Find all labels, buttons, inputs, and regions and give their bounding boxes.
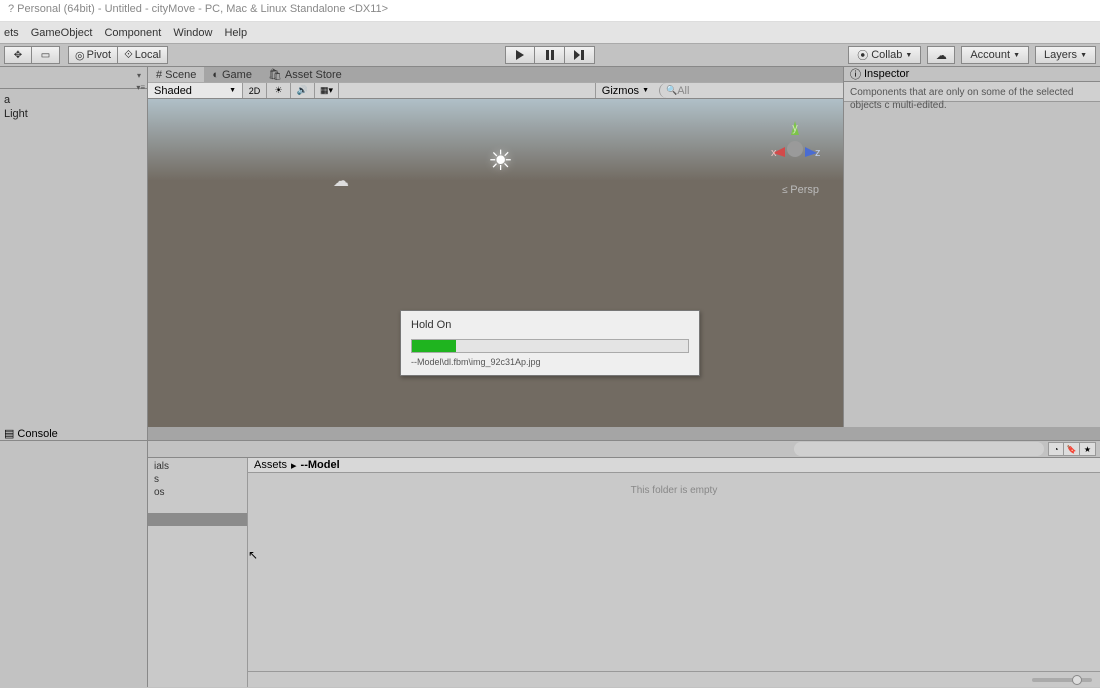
project-tree-item[interactable]: s xyxy=(148,473,247,486)
step-button[interactable] xyxy=(565,46,595,64)
hierarchy-options-icon[interactable]: ▾≡ xyxy=(136,83,145,92)
scene-search-input[interactable]: All xyxy=(659,83,839,98)
cloud-button[interactable]: ☁ xyxy=(927,46,955,64)
tab-game[interactable]: ◐ Game xyxy=(204,67,260,82)
dialog-title: Hold On xyxy=(411,319,689,331)
pivot-icon: ◎ xyxy=(75,49,85,62)
lighting-toggle[interactable]: ☀ xyxy=(267,83,291,98)
fx-toggle[interactable]: ▦▾ xyxy=(315,83,339,98)
hierarchy-panel: ▾ ▾≡ a Light xyxy=(0,67,148,427)
hierarchy-header: ▾ ▾≡ xyxy=(0,67,147,89)
window-title-bar: ? Personal (64bit) - Untitled - cityMove… xyxy=(0,0,1100,22)
cloud-icon: ☁ xyxy=(936,49,947,62)
menu-item-help[interactable]: Help xyxy=(224,27,247,39)
progress-bar xyxy=(411,339,689,353)
pivot-button[interactable]: ◎ Pivot xyxy=(68,46,118,64)
filter-star-button[interactable]: ★ xyxy=(1080,442,1096,456)
tab-asset-store[interactable]: 🛍 Asset Store xyxy=(260,67,350,82)
chevron-down-icon: ▼ xyxy=(1013,52,1020,59)
camera-icon: ☁ xyxy=(333,171,349,191)
transform-tools: ✥ ▭ xyxy=(4,46,60,64)
inspector-panel: ⓘ Inspector Components that are only on … xyxy=(844,67,1100,427)
svg-text:y: y xyxy=(792,122,798,134)
project-search-input[interactable] xyxy=(794,442,1044,456)
hand-tool[interactable]: ✥ xyxy=(4,46,32,64)
project-footer xyxy=(248,671,1100,687)
rect-tool[interactable]: ▭ xyxy=(32,46,60,64)
tab-console[interactable]: ▤ Console xyxy=(0,427,147,441)
audio-toggle[interactable]: 🔊 xyxy=(291,83,315,98)
window-title: ? Personal (64bit) - Untitled - cityMove… xyxy=(8,3,388,15)
progress-fill xyxy=(412,340,456,352)
project-content: Assets ▸ --Model This folder is empty xyxy=(248,458,1100,687)
folder-empty-message: This folder is empty xyxy=(248,473,1100,671)
breadcrumb-current[interactable]: --Model xyxy=(301,459,340,471)
progress-file-text: --Model\dl.fbm\img_92c31Ap.jpg xyxy=(411,357,689,367)
scene-tab-icon: # xyxy=(156,69,162,81)
svg-text:x: x xyxy=(771,147,777,159)
projection-label[interactable]: ≤ Persp xyxy=(782,184,819,196)
inspector-icon: ⓘ xyxy=(850,66,861,82)
hierarchy-item[interactable]: Light xyxy=(0,107,147,121)
hierarchy-list[interactable]: a Light xyxy=(0,89,147,427)
scene-toolbar: Shaded ▼ 2D ☀ 🔊 ▦▾ Gizmos ▼ All xyxy=(148,82,843,99)
slider-thumb[interactable] xyxy=(1072,675,1082,685)
play-controls xyxy=(505,46,595,64)
project-tree[interactable]: ials s os xyxy=(148,458,248,687)
project-toolbar: ◔ 🔖 ★ xyxy=(148,441,1100,458)
orientation-gizmo[interactable]: y x z xyxy=(765,117,825,177)
scene-tabs: # Scene ◐ Game 🛍 Asset Store xyxy=(148,67,843,82)
shading-mode-select[interactable]: Shaded ▼ xyxy=(148,83,243,98)
project-tree-item[interactable]: os xyxy=(148,486,247,499)
main-toolbar: ✥ ▭ ◎ Pivot ⟐ Local ⦿ Collab ▼ ☁ xyxy=(0,44,1100,67)
directional-light-icon: ☀ xyxy=(488,144,513,177)
menu-item-component[interactable]: Component xyxy=(104,27,161,39)
local-icon: ⟐ xyxy=(124,49,133,62)
thumbnail-size-slider[interactable] xyxy=(1032,678,1092,682)
chevron-down-icon: ▼ xyxy=(905,52,912,59)
play-button[interactable] xyxy=(505,46,535,64)
tab-inspector[interactable]: ⓘ Inspector xyxy=(844,67,1100,82)
tab-scene[interactable]: # Scene xyxy=(148,67,204,82)
store-tab-icon: 🛍 xyxy=(268,68,282,81)
menu-bar: ets GameObject Component Window Help xyxy=(0,22,1100,44)
inspector-message: Components that are only on some of the … xyxy=(844,82,1100,102)
scene-viewport[interactable]: ☀ ☁ y x z ≤ Persp xyxy=(148,99,843,427)
breadcrumb-separator: ▸ xyxy=(291,459,297,472)
project-tree-item-selected[interactable] xyxy=(148,513,247,526)
project-panel: ◔ 🔖 ★ ials s os Assets ▸ --Model This fo… xyxy=(148,427,1100,687)
collab-button[interactable]: ⦿ Collab ▼ xyxy=(848,46,921,64)
filter-label-button[interactable]: 🔖 xyxy=(1064,442,1080,456)
hierarchy-item[interactable]: a xyxy=(0,93,147,107)
account-button[interactable]: Account ▼ xyxy=(961,46,1029,64)
project-breadcrumb: Assets ▸ --Model xyxy=(248,458,1100,473)
console-icon: ▤ xyxy=(4,427,14,440)
gizmos-select[interactable]: Gizmos ▼ xyxy=(595,83,655,98)
chevron-down-icon: ▼ xyxy=(642,87,649,94)
chevron-down-icon: ▼ xyxy=(229,87,236,94)
game-tab-icon: ◐ xyxy=(212,69,219,81)
pivot-group: ◎ Pivot ⟐ Local xyxy=(68,46,168,64)
filter-type-button[interactable]: ◔ xyxy=(1048,442,1064,456)
collab-icon: ⦿ xyxy=(857,47,868,63)
project-filter-icons: ◔ 🔖 ★ xyxy=(1048,442,1096,456)
progress-dialog: Hold On --Model\dl.fbm\img_92c31Ap.jpg xyxy=(400,310,700,376)
chevron-down-icon: ▼ xyxy=(1080,52,1087,59)
menu-item-window[interactable]: Window xyxy=(173,27,212,39)
local-button[interactable]: ⟐ Local xyxy=(118,46,168,64)
svg-text:z: z xyxy=(815,147,821,159)
toolbar-right: ⦿ Collab ▼ ☁ Account ▼ Layers ▼ xyxy=(848,46,1096,64)
menu-item-gameobject[interactable]: GameObject xyxy=(31,27,93,39)
hierarchy-menu-icon[interactable]: ▾ xyxy=(137,71,141,80)
project-tree-item[interactable]: ials xyxy=(148,460,247,473)
mode-2d-button[interactable]: 2D xyxy=(243,83,267,98)
layers-button[interactable]: Layers ▼ xyxy=(1035,46,1096,64)
project-tabs xyxy=(148,427,1100,441)
console-panel: ▤ Console xyxy=(0,427,148,687)
breadcrumb-root[interactable]: Assets xyxy=(254,459,287,471)
pause-button[interactable] xyxy=(535,46,565,64)
project-tree-item[interactable] xyxy=(148,499,247,513)
menu-item-assets[interactable]: ets xyxy=(4,27,19,39)
